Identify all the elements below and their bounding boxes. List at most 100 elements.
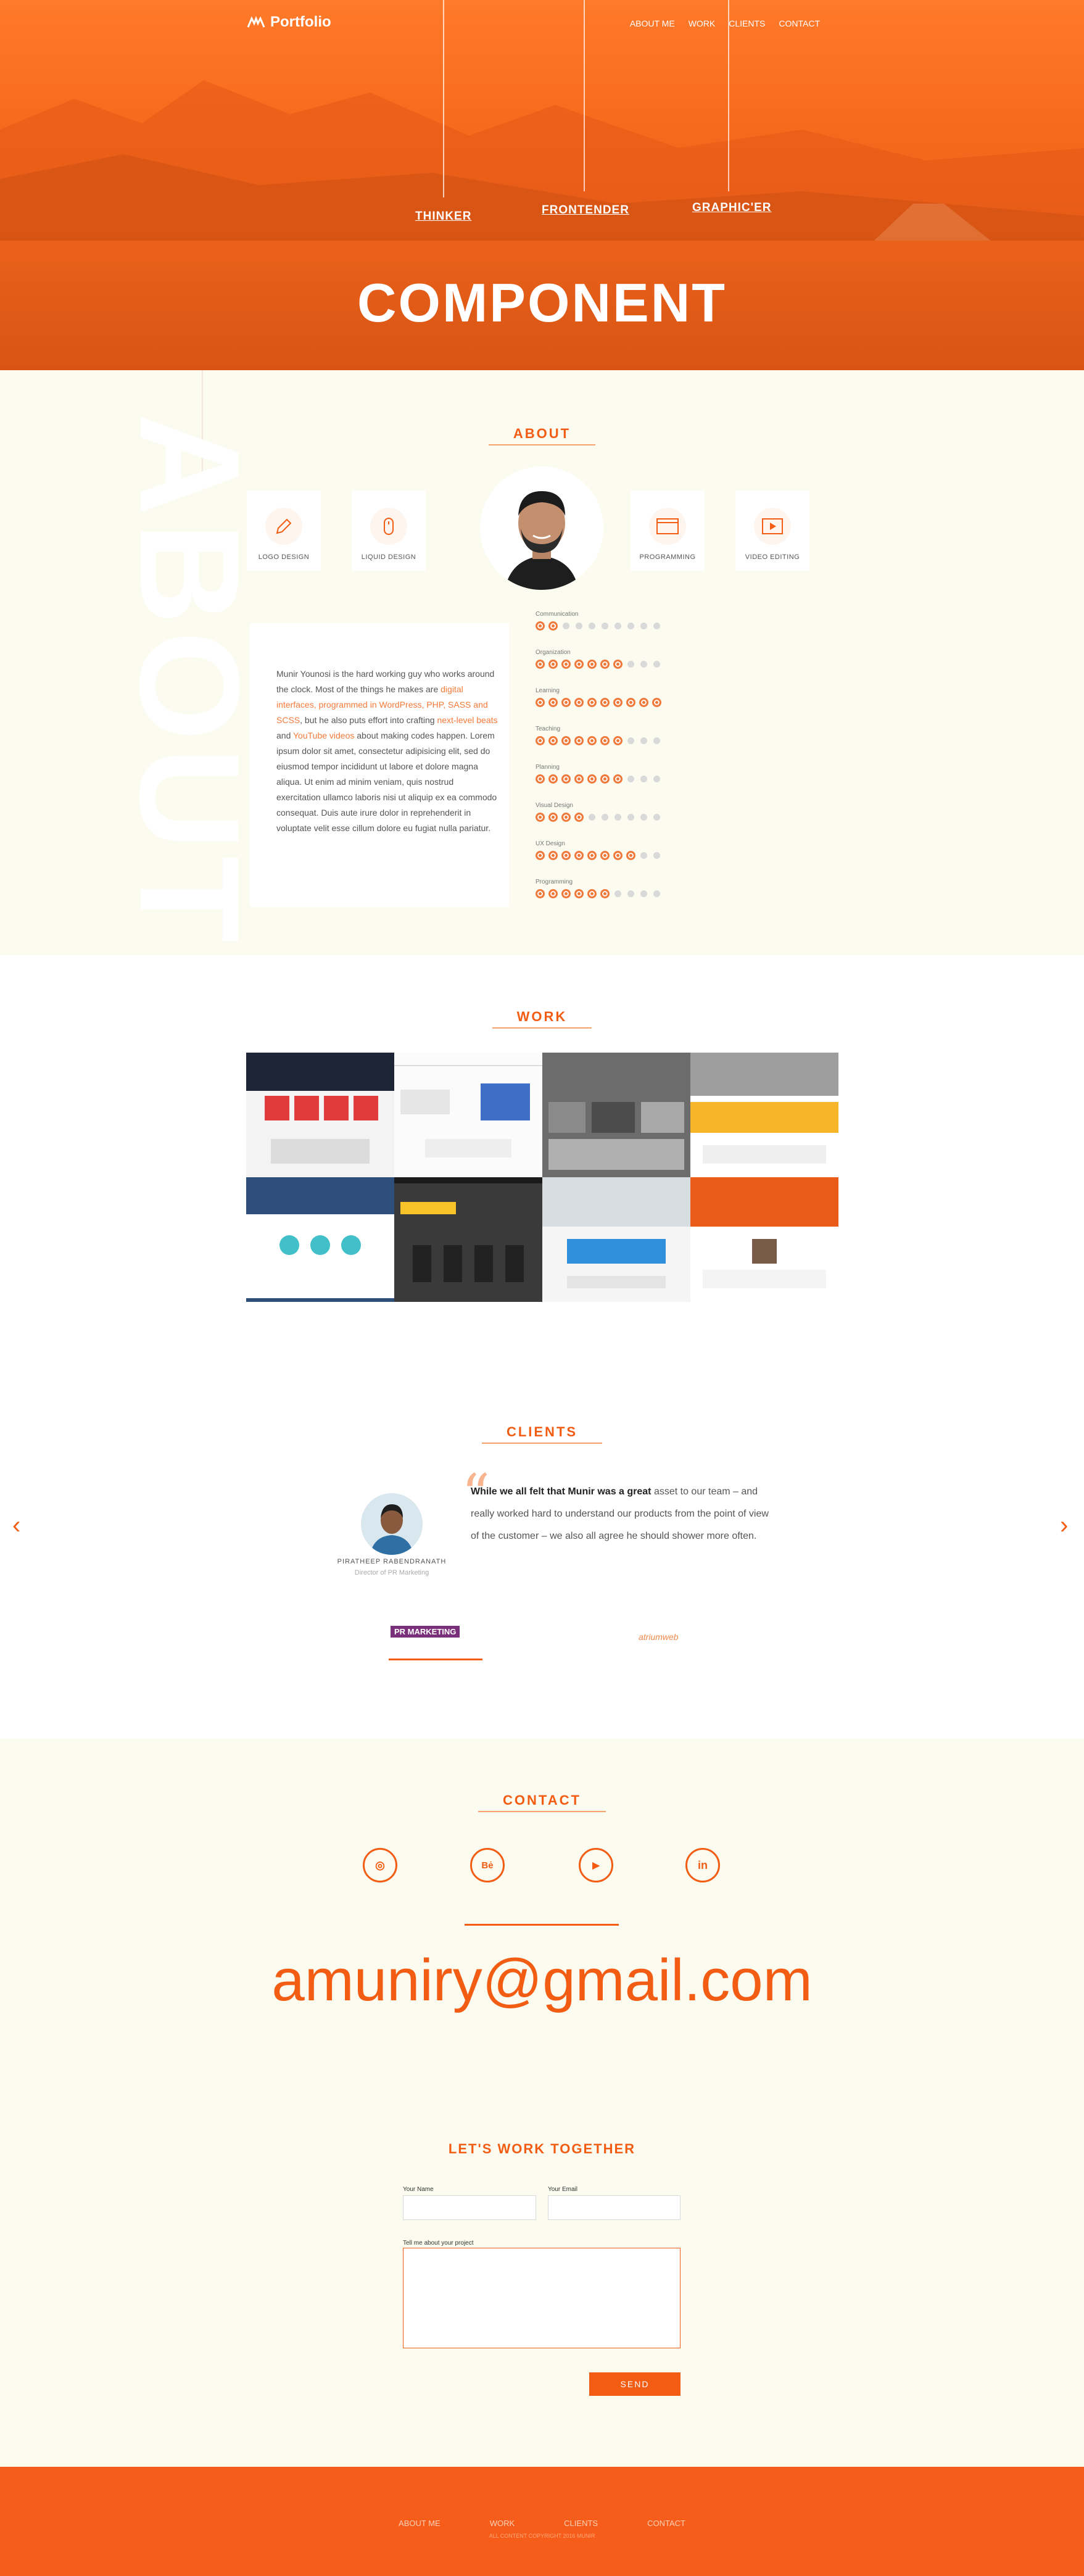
rating-dot-filled: [536, 774, 545, 784]
work-grid: [246, 1053, 838, 1302]
work-thumb-2[interactable]: [394, 1053, 542, 1177]
name-field[interactable]: [403, 2195, 536, 2220]
avatar: [480, 466, 603, 590]
skill-name: Programming: [536, 879, 573, 885]
site-logo[interactable]: Portfolio: [247, 14, 331, 31]
rating-dot-filled: [613, 851, 623, 860]
rating-dot-filled: [548, 851, 558, 860]
logo-icon: [247, 16, 265, 28]
rating-dot-filled: [548, 698, 558, 707]
rating-dot-filled: [574, 698, 584, 707]
work-thumb-3[interactable]: [542, 1053, 690, 1177]
rating-dot-empty: [640, 814, 647, 821]
contact-heading-text: CONTACT: [478, 1792, 606, 1812]
nav-contact[interactable]: CONTACT: [779, 19, 820, 28]
footer-nav: ABOUT ME WORK CLIENTS CONTACT: [0, 2519, 1084, 2528]
nav-work[interactable]: WORK: [689, 19, 716, 28]
about-bio: Munir Younosi is the hard working guy wh…: [276, 666, 499, 836]
bio-link-youtube[interactable]: YouTube videos: [293, 731, 354, 740]
behance-icon[interactable]: Bė: [470, 1848, 505, 1882]
rating-dot-empty: [640, 737, 647, 744]
youtube-icon[interactable]: ▶: [579, 1848, 613, 1882]
skill-rating: [536, 774, 696, 784]
name-label: Your Name: [403, 2186, 434, 2193]
about-heading: ABOUT: [0, 426, 1084, 445]
chevron-right-icon[interactable]: ›: [1060, 1512, 1068, 1539]
rating-dot-filled: [613, 736, 623, 745]
skill-rating: [536, 621, 696, 631]
rating-dot-empty: [640, 623, 647, 629]
bio-link-beats[interactable]: next-level beats: [437, 715, 497, 725]
footer-nav-clients[interactable]: CLIENTS: [564, 2519, 598, 2528]
linkedin-icon[interactable]: in: [685, 1848, 720, 1882]
rating-dot-filled: [600, 660, 610, 669]
skill-name: Organization: [536, 649, 571, 656]
rating-dot-empty: [614, 890, 621, 897]
rating-dot-empty: [614, 814, 621, 821]
rating-dot-filled: [600, 851, 610, 860]
client-logo-pr-marketing[interactable]: PR MARKETING: [391, 1626, 460, 1638]
skill-row: Communication: [536, 611, 696, 649]
contact-email[interactable]: amuniry@gmail.com: [0, 1947, 1084, 2015]
rating-dot-filled: [587, 698, 597, 707]
logo-text: Portfolio: [270, 14, 331, 30]
rating-dot-empty: [563, 623, 569, 629]
message-label: Tell me about your project: [403, 2240, 474, 2247]
rating-dot-filled: [536, 851, 545, 860]
skill-card-programming[interactable]: PROGRAMMING: [631, 491, 705, 571]
rating-dot-empty: [627, 737, 634, 744]
dribbble-icon[interactable]: ◎: [363, 1848, 397, 1882]
rating-dot-filled: [574, 736, 584, 745]
message-field[interactable]: [403, 2248, 681, 2348]
work-thumb-6[interactable]: [394, 1177, 542, 1302]
rating-dot-empty: [653, 890, 660, 897]
rating-dot-filled: [548, 736, 558, 745]
contact-section: [0, 1739, 1084, 2084]
rating-dot-empty: [640, 776, 647, 782]
skill-row: Programming: [536, 879, 696, 917]
hero-tag-thinker[interactable]: THINKER: [415, 210, 471, 223]
rating-dot-filled: [574, 889, 584, 898]
rating-dot-filled: [536, 621, 545, 631]
footer-nav-work[interactable]: WORK: [490, 2519, 515, 2528]
email-label: Your Email: [548, 2186, 577, 2193]
rating-dot-empty: [640, 661, 647, 668]
hero-tag-graphicer[interactable]: GRAPHIC'ER: [692, 201, 772, 215]
send-button[interactable]: SEND: [589, 2372, 681, 2396]
chevron-left-icon[interactable]: ‹: [12, 1512, 20, 1539]
rating-dot-filled: [587, 736, 597, 745]
rating-dot-empty: [627, 623, 634, 629]
client-quote: While we all felt that Munir was a great…: [471, 1481, 779, 1547]
rating-dot-empty: [640, 890, 647, 897]
rating-dot-filled: [561, 698, 571, 707]
portfolio-page: Portfolio ABOUT ME WORK CLIENTS CONTACT …: [0, 0, 1084, 2576]
skill-card-logo[interactable]: LOGO DESIGN: [247, 491, 321, 571]
rating-dot-filled: [587, 851, 597, 860]
work-heading: WORK: [0, 1009, 1084, 1029]
rating-dot-filled: [536, 813, 545, 822]
work-thumb-5[interactable]: [246, 1177, 394, 1302]
rating-dot-filled: [626, 851, 635, 860]
rating-dot-filled: [613, 660, 623, 669]
nav-about[interactable]: ABOUT ME: [630, 19, 675, 28]
skill-rating: [536, 698, 696, 707]
skill-card-video[interactable]: VIDEO EDITING: [735, 491, 809, 571]
rating-dot-filled: [574, 660, 584, 669]
hero-line-2: [584, 0, 585, 191]
work-thumb-4[interactable]: [690, 1053, 838, 1177]
skill-card-liquid[interactable]: LIQUID DESIGN: [352, 491, 426, 571]
nav-clients[interactable]: CLIENTS: [729, 19, 765, 28]
footer-nav-about[interactable]: ABOUT ME: [399, 2519, 441, 2528]
skill-card-label: LIQUID DESIGN: [361, 553, 416, 561]
email-field[interactable]: [548, 2195, 681, 2220]
rating-dot-filled: [639, 698, 648, 707]
rating-dot-filled: [600, 736, 610, 745]
work-thumb-7[interactable]: [542, 1177, 690, 1302]
footer-nav-contact[interactable]: CONTACT: [647, 2519, 685, 2528]
client-name: PIRATHEEP RABENDRANATH: [337, 1558, 447, 1565]
hero-title: COMPONENT: [357, 272, 727, 333]
work-thumb-8[interactable]: [690, 1177, 838, 1302]
client-logo-atriumweb[interactable]: atriumweb: [639, 1632, 679, 1642]
work-thumb-1[interactable]: [246, 1053, 394, 1177]
hero-tag-frontender[interactable]: FRONTENDER: [542, 204, 629, 217]
